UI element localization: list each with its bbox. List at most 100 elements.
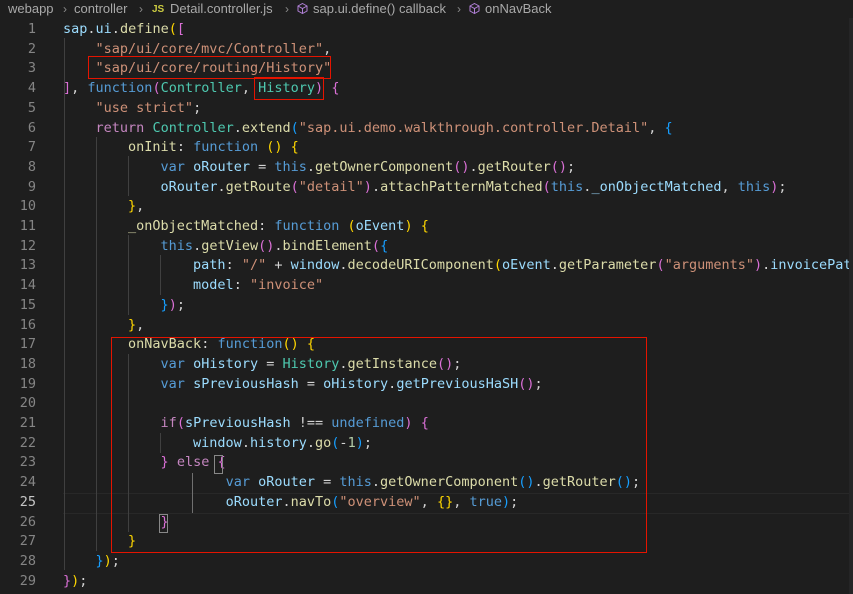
code-line[interactable]: path: "/" + window.decodeURIComponent(oE…: [63, 256, 853, 276]
code-token: getOwnerComponent: [315, 158, 454, 175]
code-line[interactable]: },: [63, 316, 144, 336]
code-token: Controller: [152, 119, 234, 136]
code-line[interactable]: this.getView().bindElement({: [63, 237, 389, 257]
code-token: (: [168, 21, 177, 37]
code-token: getParameter: [558, 257, 657, 274]
code-token: this: [550, 178, 584, 195]
code-token: :: [258, 218, 275, 234]
line-number: 23: [19, 454, 36, 471]
line-number: 27: [19, 533, 36, 550]
code-token: ,: [136, 316, 145, 333]
js-file-icon: JS: [152, 4, 165, 15]
code-token: model: [193, 277, 234, 294]
code-token: .: [87, 21, 96, 37]
code-line[interactable]: "use strict";: [63, 99, 202, 119]
chevron-right-icon: ›: [139, 2, 143, 16]
line-number: 15: [19, 296, 36, 313]
code-token: ,: [648, 119, 665, 136]
bracket-match-highlight: [214, 455, 223, 474]
code-token: _onObjectMatched: [128, 218, 259, 234]
line-number: 9: [27, 178, 36, 195]
line-number: 19: [19, 375, 36, 392]
code-line[interactable]: return Controller.extend("sap.ui.demo.wa…: [63, 119, 673, 139]
code-token: Controller: [160, 80, 242, 97]
code-token: oEvent: [355, 218, 405, 234]
code-token: {: [290, 139, 299, 156]
code-token: this: [160, 237, 194, 254]
breadcrumb-item-callback[interactable]: sap.ui.define() callback: [313, 0, 446, 18]
code-token: invoicePath: [770, 257, 853, 274]
code-token: .: [550, 257, 559, 274]
code-token: .: [193, 237, 202, 254]
code-token: (): [550, 158, 568, 175]
line-number: 26: [19, 513, 36, 530]
code-token: ]: [63, 80, 72, 97]
bracket-match-highlight: [159, 514, 168, 533]
code-token: .: [469, 158, 478, 175]
line-number: 10: [19, 198, 36, 215]
code-token: [: [176, 21, 185, 37]
code-line[interactable]: });: [63, 296, 185, 316]
line-number: 12: [19, 237, 36, 254]
breadcrumb-item-file[interactable]: Detail.controller.js: [170, 0, 273, 18]
code-line[interactable]: },: [63, 197, 144, 217]
code-token: {: [420, 218, 429, 234]
scrollbar-track[interactable]: [849, 18, 853, 594]
code-token: decodeURIComponent: [347, 257, 494, 274]
code-token: oEvent: [501, 257, 551, 274]
code-line[interactable]: onInit: function () {: [63, 138, 299, 158]
code-token: (: [493, 257, 502, 274]
line-number: 13: [19, 257, 36, 274]
code-token: sap: [63, 21, 88, 37]
code-token: .: [233, 119, 242, 136]
breadcrumb-item-controller[interactable]: controller: [74, 0, 127, 18]
code-token: (: [656, 257, 665, 274]
line-number: 18: [19, 355, 36, 372]
code-token: .: [371, 178, 381, 195]
line-number: 17: [19, 336, 36, 353]
code-line[interactable]: });: [63, 572, 87, 592]
code-token: }: [95, 552, 104, 569]
code-token: +: [266, 257, 291, 274]
cube-icon: [469, 3, 480, 14]
code-token: {: [380, 237, 389, 254]
code-token: (: [152, 80, 161, 97]
code-line[interactable]: oRouter.getRoute("detail").attachPattern…: [63, 178, 787, 198]
highlight-box-history-import: [88, 56, 331, 79]
code-token: "detail": [298, 178, 364, 195]
code-token: _onObjectMatched: [591, 178, 722, 195]
code-token: (): [453, 158, 470, 175]
code-token: ): [754, 257, 763, 274]
code-token: ): [103, 552, 112, 569]
line-number: 16: [19, 316, 36, 333]
breadcrumb-item-onnavback[interactable]: onNavBack: [485, 0, 551, 18]
breadcrumb-item-webapp[interactable]: webapp: [8, 0, 54, 18]
code-token: ;: [778, 178, 787, 195]
code-token: getRoute: [225, 178, 291, 195]
code-line[interactable]: });: [63, 552, 120, 572]
code-token: function: [193, 139, 259, 156]
code-line[interactable]: _onObjectMatched: function (oEvent) {: [63, 217, 429, 237]
highlight-box-history-param: [254, 77, 324, 100]
cube-icon: [297, 3, 308, 14]
code-token: bindElement: [282, 237, 372, 254]
code-token: return: [95, 119, 145, 136]
code-token: oRouter: [160, 178, 218, 195]
code-line[interactable]: sap.ui.define([: [63, 20, 185, 40]
code-token: }: [160, 296, 169, 313]
breadcrumb: webapp › controller › JS Detail.controll…: [0, 0, 853, 18]
line-number: 6: [27, 119, 36, 136]
code-line[interactable]: var oRouter = this.getOwnerComponent().g…: [63, 158, 576, 178]
code-token: .: [217, 178, 226, 195]
code-token: onInit: [128, 139, 177, 156]
line-number: 11: [19, 218, 36, 234]
line-number: 25: [19, 493, 36, 510]
code-editor[interactable]: webapp › controller › JS Detail.controll…: [0, 0, 853, 594]
code-line[interactable]: model: "invoice": [63, 276, 323, 296]
code-token: ;: [111, 552, 120, 569]
code-token: ,: [136, 198, 145, 215]
